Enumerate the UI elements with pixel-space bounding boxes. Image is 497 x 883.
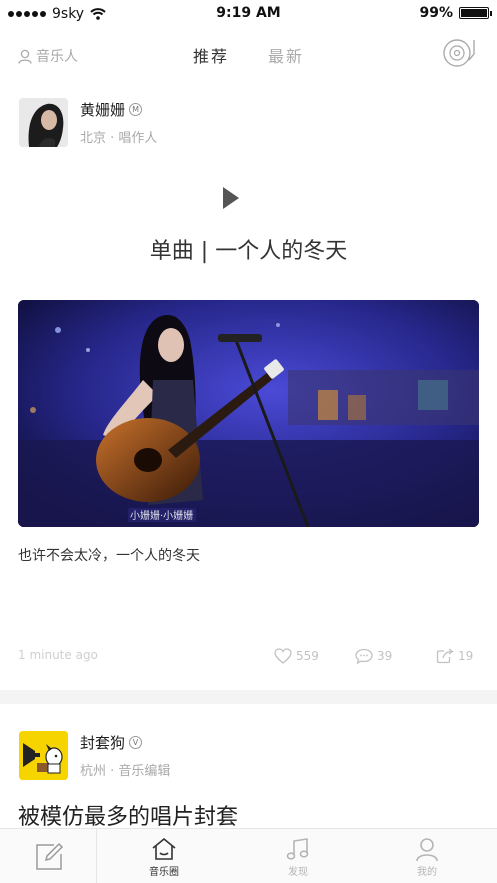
verified-badge-icon: M [129,103,143,116]
tab-me[interactable]: 我的 [377,829,477,883]
share-button[interactable]: 19 [436,648,473,664]
like-button[interactable]: 559 [274,648,319,664]
battery-fill [461,9,487,17]
post-title[interactable]: 被模仿最多的唱片封套 [18,799,238,831]
comment-button[interactable]: 39 [355,648,392,664]
avatar[interactable] [19,731,68,780]
compose-button[interactable] [0,829,97,883]
post-caption: 也许不会太冷，一个人的冬天 [18,548,200,564]
feed-tabs: 推荐 最新 [0,43,497,67]
author-name-text: 黄姗姗 [80,101,126,119]
compose-icon [36,842,64,870]
avatar[interactable] [19,98,68,147]
author-meta: 杭州 · 音乐编辑 [80,764,171,779]
author-name[interactable]: 封套狗 V [80,732,143,753]
person-icon [416,838,438,861]
tab-label: 音乐圈 [149,867,179,878]
author-name-text: 封套狗 [80,734,126,752]
svg-text:小姗姗·小姗姗: 小姗姗·小姗姗 [130,509,193,522]
home-icon [152,837,176,860]
tab-discover[interactable]: 发现 [248,829,348,883]
post-footer: 1 minute ago 559 39 19 [18,648,479,666]
concert-photo: 小姗姗·小姗姗 [18,300,479,527]
tab-label: 发现 [288,867,308,878]
tab-music-circle[interactable]: 音乐圈 [114,829,214,883]
status-bar: 9sky 9:19 AM 99% [0,0,497,28]
tab-label: 我的 [417,867,437,878]
like-count: 559 [296,649,319,663]
status-right: 99% [419,5,492,21]
heart-icon [274,648,292,664]
avatar-photo [19,98,68,147]
music-note-icon [286,838,309,860]
battery-percent: 99% [419,5,453,21]
bottom-tab-bar: 音乐圈 发现 我的 [0,828,497,883]
share-icon [436,648,454,664]
avatar-logo [19,731,68,780]
top-nav: 音乐人 推荐 最新 [0,30,497,76]
share-count: 19 [458,649,474,663]
author-meta: 北京 · 唱作人 [80,131,158,146]
post-title[interactable]: 单曲 | 一个人的冬天 [0,233,497,265]
post-image[interactable]: 小姗姗·小姗姗 [18,300,479,527]
tab-latest[interactable]: 最新 [268,43,304,67]
player-button[interactable] [443,38,479,72]
author-name[interactable]: 黄姗姗 M [80,99,143,120]
post-divider [0,690,497,704]
post-time: 1 minute ago [18,648,98,662]
battery-icon [459,7,492,19]
comment-icon [355,648,373,664]
tab-recommended[interactable]: 推荐 [193,43,229,67]
play-icon[interactable] [223,187,239,209]
verified-badge-icon: V [129,736,143,749]
vinyl-record-icon [443,39,475,67]
comment-count: 39 [377,649,393,663]
